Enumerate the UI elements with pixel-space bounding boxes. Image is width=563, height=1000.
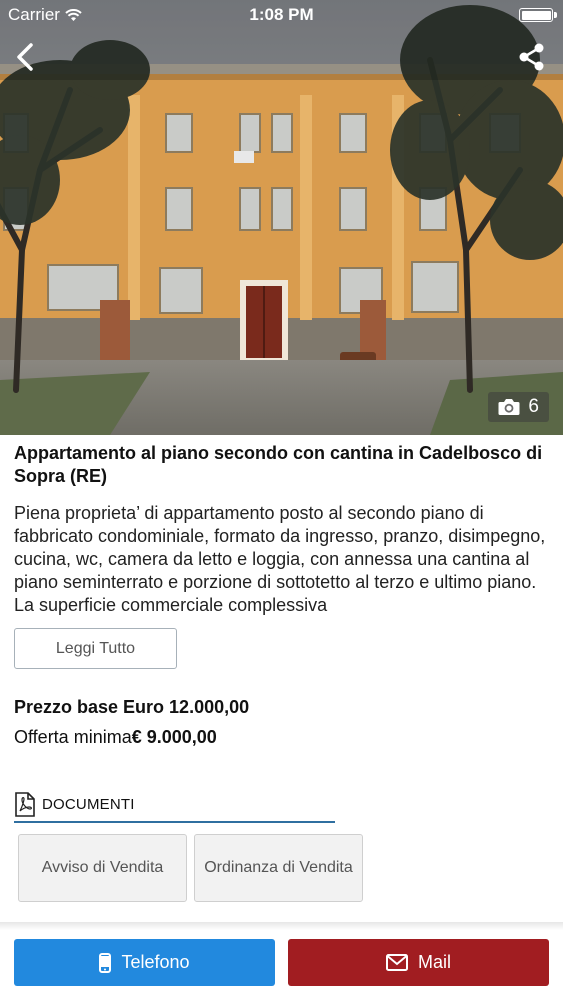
documents-section-header: DOCUMENTI xyxy=(14,788,335,823)
back-arrow-icon xyxy=(17,43,33,71)
listing-photo[interactable]: Carrier 1:08 PM 6 xyxy=(0,0,563,435)
mail-button-label: Mail xyxy=(417,952,451,972)
phone-button[interactable]: Telefono xyxy=(14,939,275,986)
status-time: 1:08 PM xyxy=(249,5,314,24)
photo-count-badge[interactable]: 6 xyxy=(488,392,549,422)
action-bar-divider xyxy=(0,922,563,930)
listing-title: Appartamento al piano secondo con cantin… xyxy=(14,443,543,486)
phone-button-label: Telefono xyxy=(121,952,190,972)
minimum-offer: Offerta minima€ 9.000,00 xyxy=(14,727,217,748)
mobile-phone-icon xyxy=(99,952,112,973)
camera-icon xyxy=(498,399,520,415)
pdf-document-icon xyxy=(15,792,35,817)
building-photo xyxy=(0,0,563,435)
envelope-icon xyxy=(385,954,408,971)
base-price: Prezzo base Euro 12.000,00 xyxy=(14,697,250,717)
document-sale-notice-button[interactable]: Avviso di Vendita xyxy=(18,834,187,902)
share-icon xyxy=(519,43,544,71)
document-sale-order-button[interactable]: Ordinanza di Vendita xyxy=(194,834,363,902)
read-more-button[interactable]: Leggi Tutto xyxy=(14,628,177,669)
share-button[interactable] xyxy=(515,40,549,74)
back-button[interactable] xyxy=(8,40,42,74)
documents-header-label: DOCUMENTI xyxy=(42,796,135,813)
battery-icon xyxy=(519,8,557,22)
minimum-offer-label: Offerta minima xyxy=(14,727,132,747)
minimum-offer-value: € 9.000,00 xyxy=(131,727,217,747)
mail-button[interactable]: Mail xyxy=(288,939,549,986)
listing-description: Piena proprieta’ di appartamento posto a… xyxy=(14,503,546,615)
photo-count-number: 6 xyxy=(528,396,539,417)
status-bar: Carrier 1:08 PM xyxy=(0,0,563,30)
